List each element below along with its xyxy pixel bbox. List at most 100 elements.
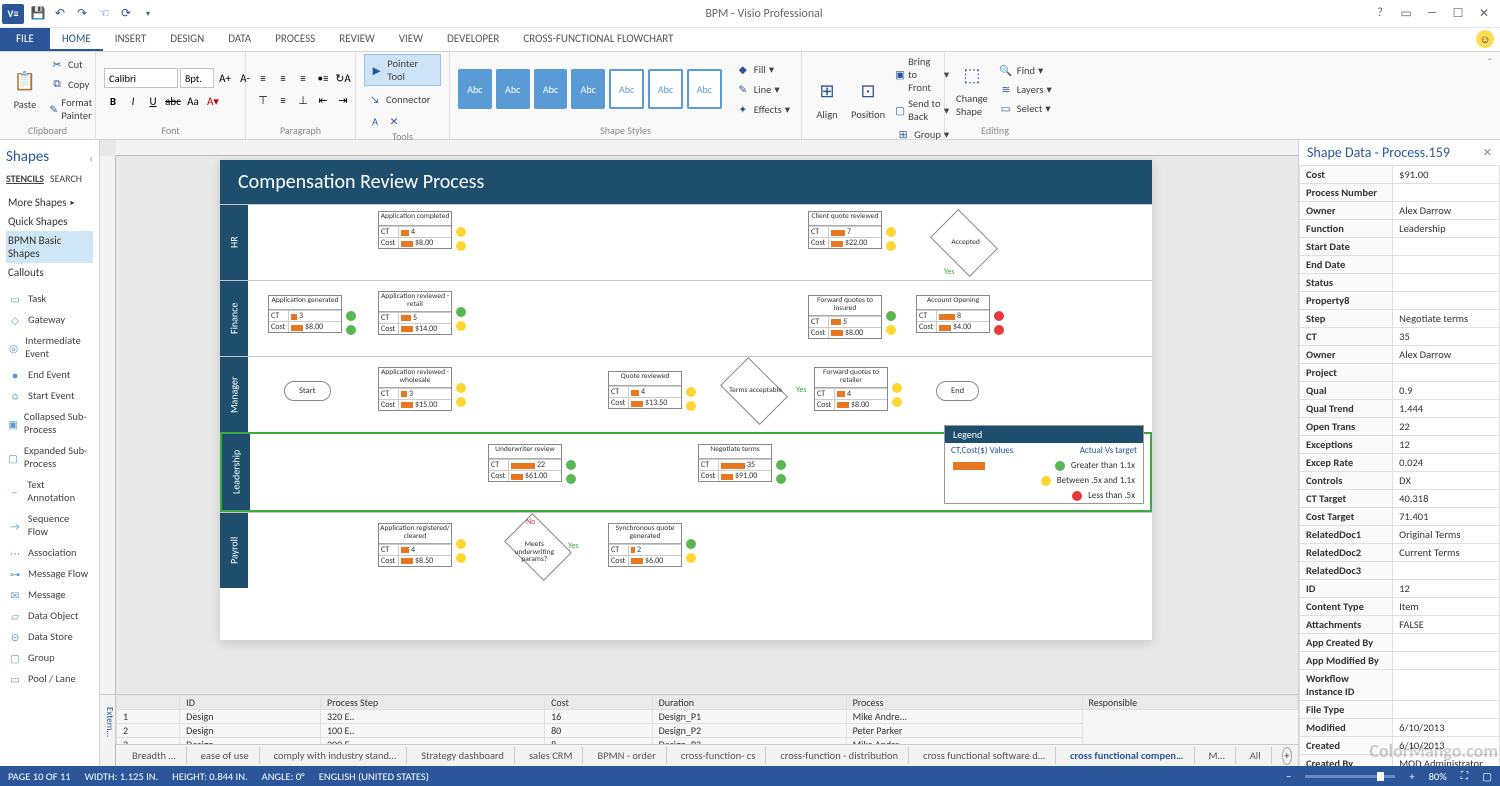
shape-stencil-item[interactable]: ⌐Text Annotation xyxy=(6,474,93,508)
pointer-tool-button[interactable]: ▶Pointer Tool xyxy=(364,54,441,86)
shape-data-value[interactable]: Leadership xyxy=(1393,220,1500,238)
rotate-text-icon[interactable]: ↻A xyxy=(334,69,352,87)
refresh-icon[interactable]: ⟳ xyxy=(118,6,134,22)
align-left-icon[interactable]: ≡ xyxy=(254,69,272,87)
shape-stencil-item[interactable]: ▱Data Object xyxy=(6,605,93,626)
align-button[interactable]: ⊞Align xyxy=(810,76,844,122)
shape-data-value[interactable]: 0.9 xyxy=(1393,382,1500,400)
shape-data-value[interactable] xyxy=(1393,364,1500,382)
shape-data-value[interactable]: 1.444 xyxy=(1393,400,1500,418)
shape-stencil-item[interactable]: ▢Expanded Sub-Process xyxy=(6,440,93,474)
terminator[interactable]: End xyxy=(936,381,979,401)
style-swatch-7[interactable]: Abc xyxy=(687,69,722,109)
sheet-tab[interactable]: cross-function- cs xyxy=(671,747,767,764)
shape-data-value[interactable]: 71.401 xyxy=(1393,508,1500,526)
ribbon-tab-insert[interactable]: INSERT xyxy=(103,28,159,51)
fit-page-icon[interactable]: ⛶ xyxy=(1461,769,1468,783)
effects-button[interactable]: ✦Effects ▾ xyxy=(732,100,793,118)
file-tab[interactable]: FILE xyxy=(0,28,50,51)
sheet-tab[interactable]: cross-function - distribution xyxy=(770,747,909,764)
format-painter-button[interactable]: ✎Format Painter xyxy=(46,95,102,123)
stencil-section[interactable]: Callouts xyxy=(6,263,93,282)
copy-button[interactable]: ⧉Copy xyxy=(46,75,102,93)
ribbon-tab-home[interactable]: HOME xyxy=(50,28,103,51)
swimlane-finance[interactable]: FinanceApplication generatedCT3Cost$8.00… xyxy=(220,280,1152,356)
diagram-canvas[interactable]: Compensation Review Process HRApplicatio… xyxy=(220,160,1152,640)
layers-button[interactable]: ≋Layers ▾ xyxy=(995,80,1055,98)
ribbon-tab-cross-functional-flowchart[interactable]: CROSS-FUNCTIONAL FLOWCHART xyxy=(511,28,685,51)
process-card[interactable]: Application completedCT4Cost$8.00 xyxy=(378,211,452,249)
shape-data-value[interactable]: Negotiate terms xyxy=(1393,310,1500,328)
shape-data-value[interactable]: $91.00 xyxy=(1393,166,1500,184)
font-family-select[interactable] xyxy=(104,68,178,88)
close-icon[interactable]: ✕ xyxy=(1476,6,1492,21)
indent-dec-icon[interactable]: ⇤ xyxy=(314,91,332,109)
maximize-icon[interactable]: ☐ xyxy=(1450,6,1466,21)
shape-stencil-item[interactable]: ○Start Event xyxy=(6,385,93,406)
shape-stencil-item[interactable]: ▭Task xyxy=(6,288,93,309)
shape-stencil-item[interactable]: ⋯Association xyxy=(6,542,93,563)
strikethrough-button[interactable]: abc xyxy=(164,92,182,110)
zoom-out-icon[interactable]: − xyxy=(1286,770,1291,783)
underline-button[interactable]: U xyxy=(144,92,162,110)
save-icon[interactable]: 💾 xyxy=(30,6,46,22)
stencils-tab[interactable]: STENCILS xyxy=(6,172,44,185)
shape-data-value[interactable]: Alex Darrow xyxy=(1393,346,1500,364)
shape-data-value[interactable]: 12 xyxy=(1393,580,1500,598)
process-card[interactable]: Application generatedCT3Cost$8.00 xyxy=(268,295,342,333)
bring-front-button[interactable]: ▣Bring to Front ▾ xyxy=(892,54,952,95)
align-right-icon[interactable]: ≡ xyxy=(294,69,312,87)
grow-font-icon[interactable]: A+ xyxy=(216,69,234,87)
ribbon-tab-view[interactable]: VIEW xyxy=(387,28,435,51)
shape-data-value[interactable] xyxy=(1393,256,1500,274)
font-size-select[interactable] xyxy=(180,68,214,88)
qat-more-icon[interactable]: ▾ xyxy=(140,6,156,22)
shape-stencil-item[interactable]: ⊶Message Flow xyxy=(6,563,93,584)
shape-stencil-item[interactable]: ●End Event xyxy=(6,364,93,385)
shape-data-value[interactable]: DX xyxy=(1393,472,1500,490)
shape-data-value[interactable]: FALSE xyxy=(1393,616,1500,634)
shape-stencil-item[interactable]: ✉Message xyxy=(6,584,93,605)
decision[interactable]: Accepted xyxy=(930,209,998,277)
valign-bot-icon[interactable]: ⊥ xyxy=(294,91,312,109)
valign-top-icon[interactable]: ⊤ xyxy=(254,91,272,109)
style-swatch-6[interactable]: Abc xyxy=(648,69,683,109)
ribbon-tab-process[interactable]: PROCESS xyxy=(263,28,327,51)
shape-data-value[interactable]: Original Terms xyxy=(1393,526,1500,544)
add-sheet-icon[interactable]: + xyxy=(1282,747,1292,765)
fill-button[interactable]: ◆Fill ▾ xyxy=(732,60,793,78)
align-center-icon[interactable]: ≡ xyxy=(274,69,292,87)
search-tab[interactable]: SEARCH xyxy=(50,172,82,185)
sheet-tab[interactable]: M… xyxy=(1199,747,1236,764)
bullets-icon[interactable]: •≡ xyxy=(314,69,332,87)
change-shape-button[interactable]: ⬚Change Shape xyxy=(953,60,991,119)
style-swatch-5[interactable]: Abc xyxy=(609,69,644,109)
shape-data-value[interactable]: 40.318 xyxy=(1393,490,1500,508)
italic-button[interactable]: I xyxy=(124,92,142,110)
stencil-section[interactable]: BPMN Basic Shapes xyxy=(6,231,93,263)
shape-data-value[interactable] xyxy=(1393,562,1500,580)
shape-data-value[interactable]: 0.024 xyxy=(1393,454,1500,472)
shape-data-value[interactable] xyxy=(1393,274,1500,292)
process-card[interactable]: Forward quotes to retailerCT4Cost$8.00 xyxy=(814,367,888,411)
process-card[interactable]: Account OpeningCT8Cost$4.00 xyxy=(916,295,990,333)
sheet-tab[interactable]: cross functional compen… xyxy=(1060,747,1195,764)
sheet-tab[interactable]: comply with industry stand… xyxy=(264,747,408,764)
process-card[interactable]: Application reviewed - retailCT5Cost$14.… xyxy=(378,291,452,335)
style-swatch-2[interactable]: Abc xyxy=(496,69,530,109)
feedback-smiley-icon[interactable]: ☺ xyxy=(1476,30,1494,48)
swimlane-manager[interactable]: ManagerStartApplication reviewed - whole… xyxy=(220,356,1152,432)
shape-data-value[interactable]: 12 xyxy=(1393,436,1500,454)
shape-data-value[interactable] xyxy=(1393,652,1500,670)
shape-stencil-item[interactable]: ▣Collapsed Sub-Process xyxy=(6,406,93,440)
stencil-section[interactable]: More Shapes ▸ xyxy=(6,193,93,212)
shape-data-value[interactable] xyxy=(1393,238,1500,256)
text-tool-button[interactable]: A✕ xyxy=(364,112,441,130)
stencil-section[interactable]: Quick Shapes xyxy=(6,212,93,231)
shape-data-value[interactable] xyxy=(1393,292,1500,310)
terminator[interactable]: Start xyxy=(284,381,331,401)
find-button[interactable]: 🔍Find ▾ xyxy=(995,61,1055,79)
font-color-button[interactable]: A▾ xyxy=(204,92,222,110)
redo-icon[interactable]: ↷ xyxy=(74,6,90,22)
select-button[interactable]: ▭Select ▾ xyxy=(995,99,1055,117)
